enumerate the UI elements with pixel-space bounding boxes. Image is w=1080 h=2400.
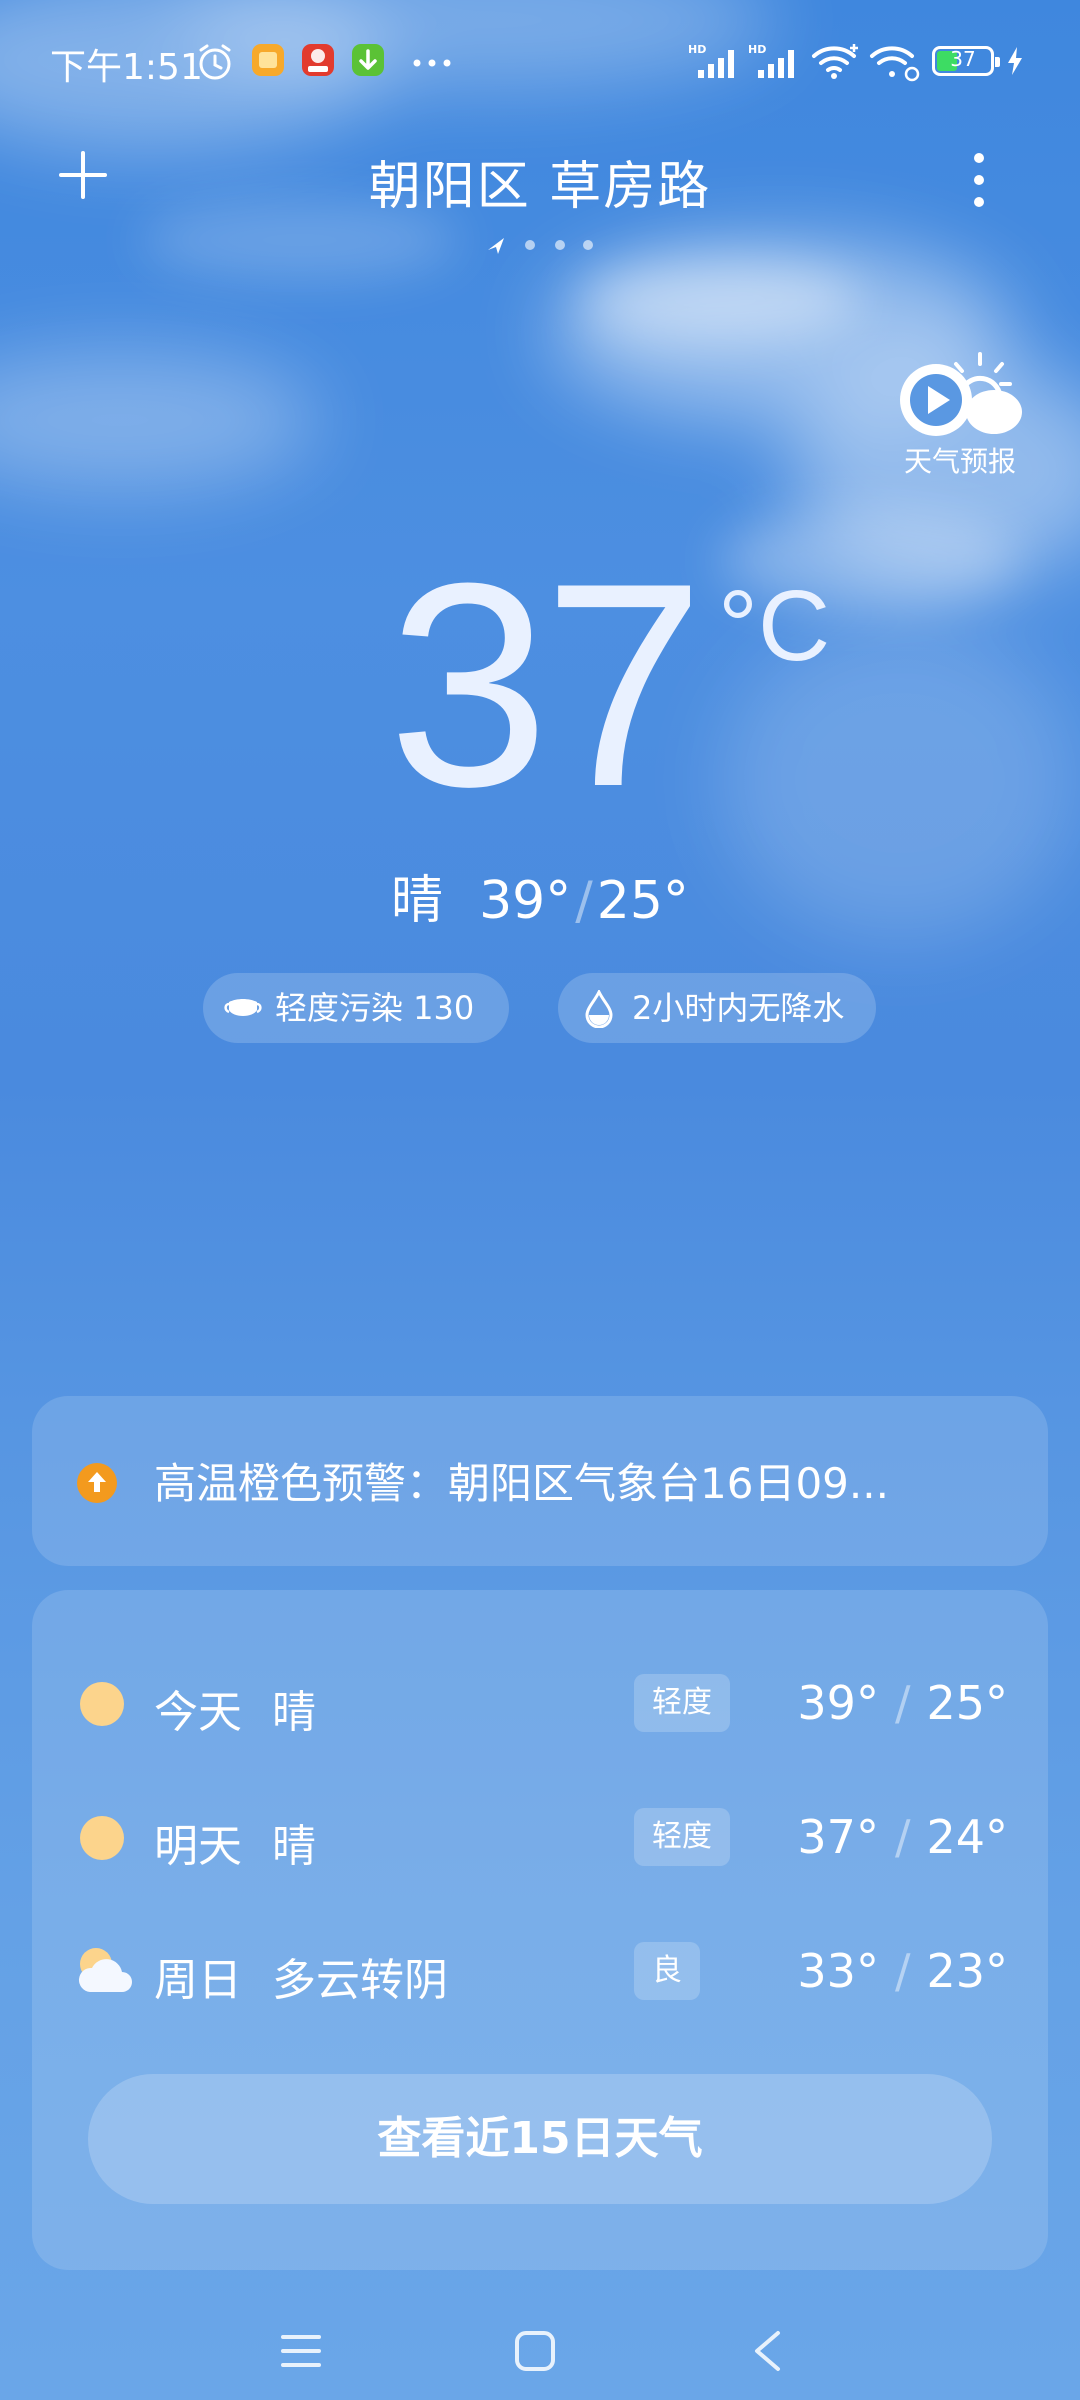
forecast-aqi-badge: 良	[634, 1942, 700, 2000]
status-time: 下午1:51	[50, 47, 203, 88]
today-high: 39°	[479, 871, 572, 931]
battery-level: 37	[950, 47, 976, 71]
forecast-low: 25°	[926, 1676, 1008, 1730]
partly-cloudy-icon	[78, 1948, 132, 1992]
more-menu-icon[interactable]	[964, 150, 994, 210]
forecast-low: 24°	[926, 1810, 1008, 1864]
forecast-day: 明天	[154, 1821, 242, 1872]
forecast-temps: 37° / 24°	[797, 1810, 1008, 1864]
water-drop-icon	[585, 990, 613, 1028]
charging-icon	[1008, 47, 1022, 75]
forecast-aqi-badge: 轻度	[634, 1674, 730, 1732]
sun-icon	[80, 1682, 124, 1726]
view-15-day-forecast-button[interactable]: 查看近15日天气	[88, 2074, 992, 2204]
temperature-unit: °C	[718, 570, 831, 682]
sun-icon	[80, 1816, 124, 1860]
today-low: 25°	[596, 871, 689, 931]
wifi-hotspot-icon	[870, 46, 920, 82]
weather-forecast-label[interactable]: 天气预报	[880, 440, 1040, 480]
warning-arrow-icon	[77, 1463, 117, 1503]
forecast-condition: 多云转阴	[272, 1955, 448, 2006]
forecast-card: 今天 晴 轻度 39° / 25° 明天 晴 轻度 37° / 24° 周日 多云转阴 …	[32, 1590, 1048, 2270]
forecast-row-sunday[interactable]: 周日 多云转阴 良 33° / 23°	[32, 1932, 1048, 2012]
forecast-separator: /	[894, 1676, 911, 1730]
forecast-condition: 晴	[272, 1687, 316, 1738]
hd-signal-icon-2: HD	[748, 43, 794, 78]
current-temperature: 37	[388, 523, 705, 847]
location-title[interactable]: 朝阳区 草房路	[0, 144, 1080, 219]
back-nav-icon[interactable]	[752, 2330, 782, 2372]
weather-alert-text: 高温橙色预警：朝阳区气象台16日09...	[154, 1459, 889, 1508]
forecast-separator: /	[894, 1944, 911, 1998]
forecast-row-today[interactable]: 今天 晴 轻度 39° / 25°	[32, 1664, 1048, 1744]
forecast-high: 39°	[797, 1676, 879, 1730]
forecast-separator: /	[894, 1810, 911, 1864]
current-condition: 晴	[391, 871, 444, 931]
home-nav-icon[interactable]	[514, 2330, 556, 2372]
svg-text:HD: HD	[748, 43, 766, 56]
face-mask-icon	[224, 999, 262, 1016]
weather-alert-card[interactable]: 高温橙色预警：朝阳区气象台16日09...	[32, 1396, 1048, 1566]
forecast-temps: 39° / 25°	[797, 1676, 1008, 1730]
temp-separator: /	[575, 871, 593, 931]
hd-signal-icon: HD	[688, 43, 734, 78]
air-quality-chip[interactable]: 轻度污染 130	[203, 973, 509, 1043]
status-bar: 下午1:51 HD HD 37	[0, 0, 1080, 120]
location-arrow-icon	[488, 238, 504, 254]
forecast-aqi-badge: 轻度	[634, 1808, 730, 1866]
forecast-row-tomorrow[interactable]: 明天 晴 轻度 37° / 24°	[32, 1798, 1048, 1878]
system-navigation-bar	[0, 2300, 1080, 2400]
precipitation-chip[interactable]: 2小时内无降水	[558, 973, 876, 1043]
forecast-temps: 33° / 23°	[797, 1944, 1008, 1998]
wifi-icon	[812, 44, 858, 79]
download-app-icon	[352, 44, 384, 76]
menu-nav-icon[interactable]	[280, 2332, 322, 2370]
alarm-icon	[199, 44, 231, 80]
battery-icon: 37	[932, 46, 1000, 76]
more-dots-icon	[413, 59, 451, 67]
forecast-low: 23°	[926, 1944, 1008, 1998]
shopping-618-app-icon	[302, 44, 334, 76]
precipitation-text: 2小时内无降水	[632, 989, 845, 1027]
page-indicator	[488, 238, 593, 254]
svg-text:HD: HD	[688, 43, 706, 56]
forecast-day: 周日	[154, 1955, 242, 2006]
notes-app-icon	[252, 44, 284, 76]
forecast-high: 33°	[797, 1944, 879, 1998]
current-conditions: 晴 39°/25°	[0, 858, 1080, 933]
forecast-condition: 晴	[272, 1821, 316, 1872]
air-quality-text: 轻度污染 130	[275, 989, 475, 1027]
forecast-day: 今天	[154, 1687, 242, 1738]
forecast-high: 37°	[797, 1810, 879, 1864]
